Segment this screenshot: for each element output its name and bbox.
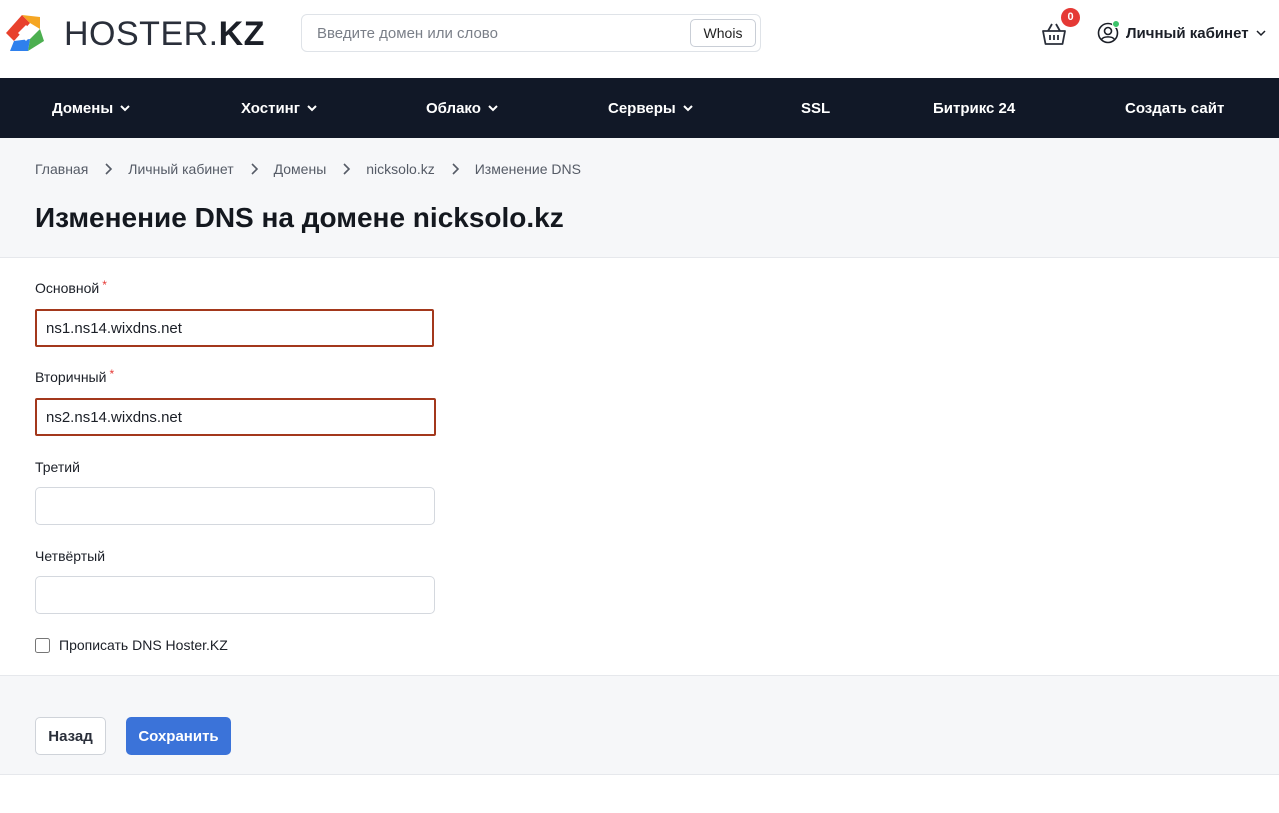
nav-item-hosting[interactable]: Хостинг (241, 78, 318, 138)
whois-button[interactable]: Whois (690, 19, 756, 47)
chevron-right-icon (105, 163, 113, 175)
user-icon (1097, 20, 1120, 44)
primary-dns-label: Основной * (35, 278, 107, 296)
nav-label: Создать сайт (1125, 99, 1225, 117)
nav-label: SSL (801, 99, 831, 117)
nav-label: Домены (52, 99, 114, 117)
page-title: Изменение DNS на домене nicksolo.kz (35, 202, 564, 233)
third-dns-label: Третий (35, 459, 80, 475)
nav-label: Серверы (608, 99, 676, 117)
required-mark: * (109, 367, 115, 381)
nav-item-servers[interactable]: Серверы (608, 78, 694, 138)
nav-item-domains[interactable]: Домены (52, 78, 131, 138)
nav-label: Хостинг (241, 99, 300, 117)
breadcrumb-item-domain[interactable]: nicksolo.kz (366, 161, 434, 177)
primary-dns-input[interactable] (35, 309, 434, 347)
nav-item-bitrix24[interactable]: Битрикс 24 (933, 78, 1015, 138)
use-hoster-dns-option[interactable]: Прописать DNS Hoster.KZ (35, 637, 228, 653)
nav-label: Облако (426, 99, 481, 117)
chevron-right-icon (452, 163, 459, 175)
back-button[interactable]: Назад (35, 717, 106, 755)
third-dns-input[interactable] (35, 487, 435, 525)
account-label: Личный кабинет (1126, 24, 1249, 42)
chevron-down-icon (488, 105, 498, 112)
fourth-dns-input[interactable] (35, 576, 435, 614)
breadcrumb-item-home[interactable]: Главная (35, 161, 88, 177)
breadcrumb-item-domains[interactable]: Домены (274, 161, 327, 177)
dns-form: Основной* Вторичный* Третий Четвёртый Пр… (0, 258, 1279, 675)
use-hoster-dns-label: Прописать DNS Hoster.KZ (59, 637, 228, 653)
hoster-logo-icon[interactable] (0, 7, 50, 59)
nav-item-ssl[interactable]: SSL (801, 78, 830, 138)
chevron-right-icon (251, 163, 258, 175)
chevron-down-icon (120, 105, 130, 112)
online-status-dot (1112, 20, 1120, 28)
chevron-down-icon (307, 105, 317, 112)
fourth-dns-label: Четвёртый (35, 548, 106, 564)
secondary-dns-label: Вторичный * (35, 367, 115, 385)
account-menu[interactable]: Личный кабинет (1097, 20, 1267, 46)
nav-label: Битрикс 24 (933, 99, 1016, 117)
breadcrumb-item-account[interactable]: Личный кабинет (128, 161, 233, 177)
page-header: Главная Личный кабинет Домены nicksolo.k… (0, 138, 1279, 258)
required-mark: * (102, 278, 107, 292)
save-button[interactable]: Сохранить (126, 717, 231, 755)
chevron-down-icon (1256, 30, 1266, 37)
chevron-right-icon (343, 163, 351, 175)
use-hoster-dns-checkbox[interactable] (35, 637, 50, 653)
cart-count-badge: 0 (1061, 8, 1080, 27)
secondary-dns-input[interactable] (35, 398, 436, 436)
nav-item-cloud[interactable]: Облако (426, 78, 499, 138)
domain-search: Whois (301, 14, 761, 52)
breadcrumb: Главная Личный кабинет Домены nicksolo.k… (35, 161, 581, 177)
breadcrumb-item-current: Изменение DNS (474, 161, 581, 177)
nav-item-create-site[interactable]: Создать сайт (1125, 78, 1224, 138)
form-actions: Назад Сохранить (0, 675, 1279, 775)
top-header: HOSTER.KZ Whois 0 Личный кабинет (0, 0, 1279, 78)
brand-name[interactable]: HOSTER.KZ (64, 14, 265, 54)
chevron-down-icon (682, 105, 693, 112)
domain-search-input[interactable] (302, 15, 687, 51)
main-nav: Домены Хостинг Облако Серверы SSL Битрик… (0, 78, 1279, 138)
